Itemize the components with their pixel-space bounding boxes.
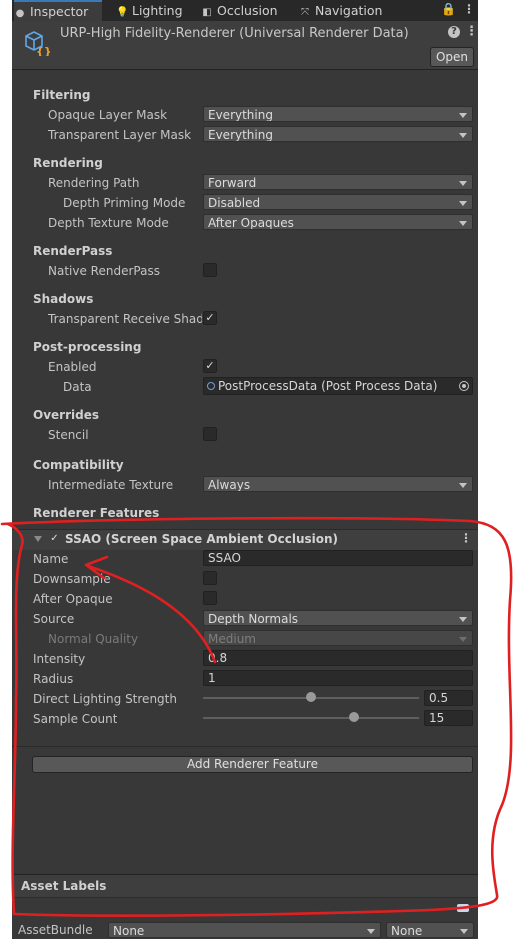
- checkmark-icon: ✓: [50, 533, 59, 544]
- section-filtering: Filtering: [33, 88, 91, 102]
- chevron-down-icon: [367, 929, 375, 934]
- post-enabled-label: Enabled: [48, 360, 97, 374]
- rendering-path-dropdown[interactable]: Forward: [203, 174, 473, 190]
- normal-quality-dropdown: Medium: [203, 630, 473, 646]
- asset-bundle-label: AssetBundle: [18, 923, 93, 937]
- bulb-icon: 💡: [116, 7, 129, 18]
- asset-bundle-variant-dropdown[interactable]: None: [386, 922, 474, 938]
- chevron-down-icon: [459, 637, 467, 642]
- depth-texture-dropdown[interactable]: After Opaques: [203, 214, 473, 230]
- intensity-field[interactable]: 0.8: [203, 650, 473, 666]
- transparent-layer-mask-label: Transparent Layer Mask: [48, 128, 192, 142]
- chevron-down-icon: [459, 221, 467, 226]
- section-renderpass: RenderPass: [33, 244, 113, 258]
- inspector-panel: ● Inspector 💡 Lighting ◧ Occlusion ⤧ Navigat…: [12, 0, 478, 939]
- sample-count-label: Sample Count: [33, 712, 118, 726]
- chevron-down-icon: [459, 181, 467, 186]
- tab-lighting[interactable]: 💡 Lighting: [116, 0, 194, 21]
- chevron-down-icon: [460, 929, 468, 934]
- ssao-feature-header[interactable]: ✓ SSAO (Screen Space Ambient Occlusion) …: [12, 529, 478, 550]
- depth-priming-label: Depth Priming Mode: [63, 196, 186, 210]
- sample-count-slider-handle[interactable]: [349, 712, 360, 722]
- tab-bar: ● Inspector 💡 Lighting ◧ Occlusion ⤧ Navigat…: [12, 0, 478, 21]
- label-tag-icon[interactable]: [457, 904, 469, 912]
- asset-bundle-row: AssetBundle None None: [12, 920, 478, 939]
- transparent-layer-mask-dropdown[interactable]: Everything: [203, 126, 473, 142]
- post-data-label: Data: [63, 380, 92, 394]
- direct-lighting-slider-handle[interactable]: [306, 692, 316, 702]
- section-shadows: Shadows: [33, 292, 94, 306]
- tab-navigation[interactable]: ⤧ Navigation: [299, 0, 394, 21]
- navigation-icon: ⤧: [301, 7, 309, 18]
- header-menu-icon[interactable]: ⋮: [465, 24, 478, 39]
- post-enabled-checkbox[interactable]: ✓: [203, 359, 217, 373]
- transparent-receive-shadows-label: Transparent Receive Shado: [48, 312, 202, 326]
- chevron-down-icon: [459, 483, 467, 488]
- chevron-down-icon: [459, 133, 467, 138]
- downsample-label: Downsample: [33, 572, 111, 586]
- asset-labels-bar: Asset Labels: [12, 874, 478, 898]
- rendering-path-label: Rendering Path: [48, 176, 140, 190]
- section-post-processing: Post-processing: [33, 340, 142, 354]
- section-rendering: Rendering: [33, 156, 103, 170]
- section-renderer-features: Renderer Features: [33, 506, 160, 520]
- post-data-object-field[interactable]: PostProcessData (Post Process Data): [203, 377, 473, 395]
- downsample-checkbox[interactable]: [203, 571, 217, 585]
- section-compatibility: Compatibility: [33, 458, 124, 472]
- intensity-label: Intensity: [33, 652, 86, 666]
- object-picker-icon[interactable]: [459, 381, 469, 391]
- tab-inspector[interactable]: ● Inspector: [14, 0, 102, 21]
- section-overrides: Overrides: [33, 408, 99, 422]
- source-label: Source: [33, 612, 75, 626]
- asset-title: URP-High Fidelity-Renderer (Universal Re…: [60, 26, 409, 41]
- source-dropdown[interactable]: Depth Normals: [203, 610, 473, 626]
- native-renderpass-checkbox[interactable]: [203, 263, 217, 277]
- ssao-enabled-checkbox[interactable]: ✓: [48, 533, 61, 546]
- asset-header: {} URP-High Fidelity-Renderer (Universal…: [12, 21, 478, 70]
- opaque-layer-mask-label: Opaque Layer Mask: [48, 108, 168, 122]
- intermediate-texture-label: Intermediate Texture: [48, 478, 174, 492]
- checkmark-icon: ✓: [205, 359, 215, 372]
- open-button[interactable]: Open: [430, 47, 474, 67]
- tab-menu-icon[interactable]: ⋮: [463, 2, 475, 16]
- radius-field[interactable]: 1: [203, 670, 473, 686]
- asset-labels-title: Asset Labels: [21, 879, 107, 893]
- add-renderer-feature-button[interactable]: Add Renderer Feature: [32, 756, 473, 773]
- direct-lighting-field[interactable]: 0.5: [424, 690, 473, 706]
- lock-icon[interactable]: 🔒: [441, 2, 456, 16]
- feature-menu-icon[interactable]: ⋮: [460, 531, 472, 545]
- direct-lighting-label: Direct Lighting Strength: [33, 692, 177, 706]
- stencil-checkbox[interactable]: [203, 427, 217, 441]
- occlusion-icon: ◧: [202, 7, 212, 18]
- chevron-down-icon: [459, 113, 467, 118]
- native-renderpass-label: Native RenderPass: [48, 264, 160, 278]
- transparent-receive-shadows-checkbox[interactable]: ✓: [203, 311, 217, 325]
- radius-label: Radius: [33, 672, 74, 686]
- intermediate-texture-dropdown[interactable]: Always: [203, 476, 473, 492]
- depth-priming-dropdown[interactable]: Disabled: [203, 194, 473, 210]
- help-icon[interactable]: ?: [448, 26, 460, 38]
- normal-quality-label: Normal Quality: [48, 632, 139, 646]
- chevron-down-icon: [459, 201, 467, 206]
- ssao-name-field[interactable]: SSAO: [203, 550, 473, 566]
- ssao-feature-title: SSAO (Screen Space Ambient Occlusion): [65, 532, 339, 546]
- asset-bundle-dropdown[interactable]: None: [108, 922, 381, 938]
- foldout-arrow-icon[interactable]: [34, 536, 42, 542]
- tab-occlusion[interactable]: ◧ Occlusion: [201, 0, 289, 21]
- after-opaque-checkbox[interactable]: [203, 591, 217, 605]
- ssao-name-label: Name: [33, 552, 69, 566]
- opaque-layer-mask-dropdown[interactable]: Everything: [203, 106, 473, 122]
- depth-texture-label: Depth Texture Mode: [48, 216, 169, 230]
- chevron-down-icon: [459, 617, 467, 622]
- checkmark-icon: ✓: [205, 311, 215, 324]
- stencil-label: Stencil: [48, 428, 89, 442]
- divider: [12, 746, 478, 747]
- after-opaque-label: After Opaque: [33, 592, 113, 606]
- asset-ref-icon: [207, 382, 215, 390]
- sample-count-slider-track[interactable]: [203, 717, 419, 719]
- svg-text:{}: {}: [36, 45, 50, 56]
- renderer-asset-icon: {}: [25, 31, 50, 56]
- sample-count-field[interactable]: 15: [424, 710, 473, 726]
